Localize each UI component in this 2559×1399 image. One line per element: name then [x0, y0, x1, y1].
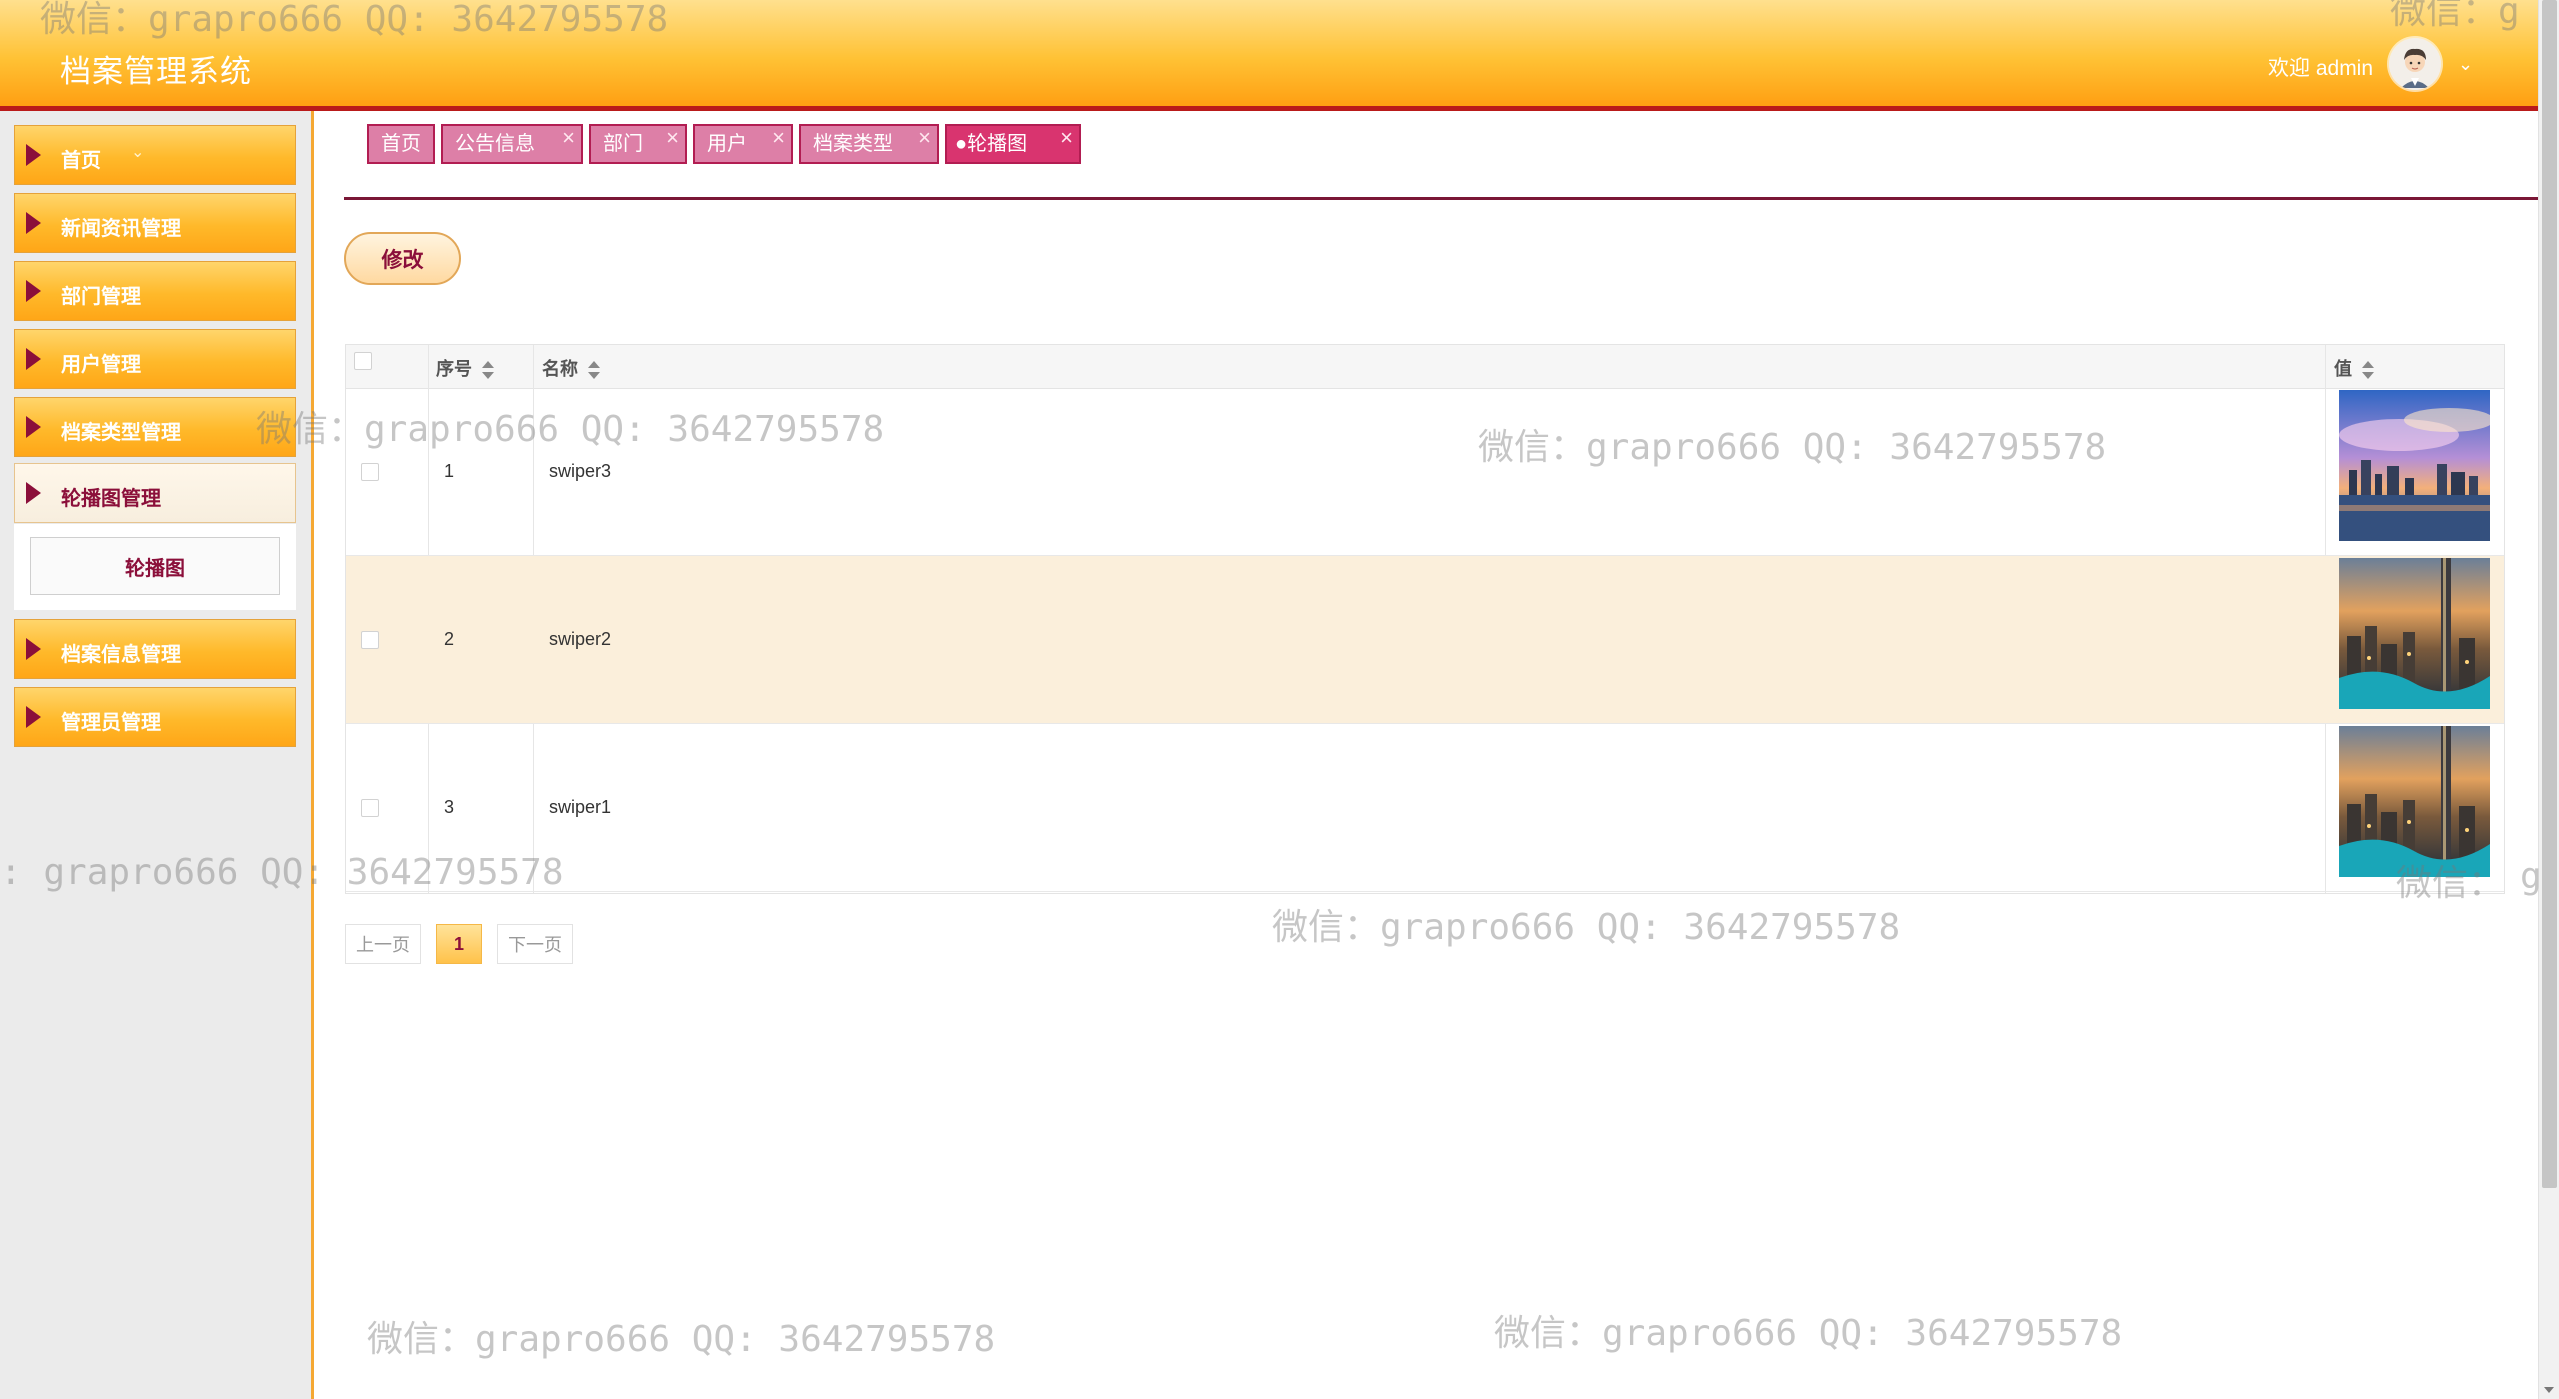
tab-archive-types[interactable]: 档案类型 × — [799, 124, 939, 164]
tab-department[interactable]: 部门 × — [589, 124, 687, 164]
welcome-text: 欢迎 admin — [2268, 57, 2374, 80]
tab-divider — [344, 197, 2538, 200]
scrollbar-thumb[interactable] — [2542, 0, 2557, 1188]
table-row[interactable]: 1 swiper3 — [346, 388, 2504, 556]
triangle-right-icon — [15, 194, 51, 252]
triangle-right-icon — [15, 330, 51, 388]
tab-announcements[interactable]: 公告信息 × — [441, 124, 583, 164]
sidebar-item-label: 首页 — [61, 150, 101, 172]
sidebar: 首页 ⌄ 新闻资讯管理 部门管理 用户管理 档案类型管理 轮播图管理 轮播图 档… — [0, 111, 314, 1399]
row-checkbox[interactable] — [361, 799, 379, 817]
scroll-down-icon[interactable] — [2544, 1387, 2554, 1393]
sort-icon[interactable] — [2362, 360, 2374, 380]
close-icon[interactable]: × — [562, 120, 575, 156]
sidebar-item-label: 新闻资讯管理 — [61, 218, 181, 240]
city-skyline-sunset-thumbnail[interactable] — [2339, 390, 2490, 541]
row-checkbox[interactable] — [361, 631, 379, 649]
tab-label: 用户 — [707, 133, 747, 155]
watermark: 微信：grapro666 QQ: 3642795578 — [367, 1319, 996, 1360]
city-tower-night-thumbnail[interactable] — [2339, 558, 2490, 709]
tab-label: 首页 — [381, 133, 421, 155]
sidebar-item-label: 部门管理 — [61, 286, 141, 308]
triangle-right-icon — [15, 688, 51, 746]
close-icon[interactable]: × — [918, 120, 931, 156]
page-scrollbar[interactable] — [2538, 0, 2559, 1399]
sidebar-item-users[interactable]: 用户管理 — [14, 329, 296, 389]
sidebar-item-home[interactable]: 首页 ⌄ — [14, 125, 296, 185]
row-name: swiper1 — [549, 797, 612, 817]
row-index: 3 — [444, 797, 455, 817]
column-index[interactable]: 序号 — [436, 355, 494, 381]
sidebar-item-department[interactable]: 部门管理 — [14, 261, 296, 321]
column-name[interactable]: 名称 — [542, 355, 600, 381]
close-icon[interactable]: × — [1060, 120, 1073, 156]
row-index: 2 — [444, 629, 455, 649]
sidebar-item-admins[interactable]: 管理员管理 — [14, 687, 296, 747]
row-index: 1 — [444, 461, 455, 481]
table-row[interactable]: 2 swiper2 — [346, 556, 2504, 724]
tab-label: 档案类型 — [813, 133, 893, 155]
triangle-right-icon — [15, 126, 51, 184]
sidebar-subitem-carousel[interactable]: 轮播图 — [30, 537, 280, 595]
triangle-right-icon — [15, 464, 51, 522]
watermark: 微信：grapro666 QQ: 3642795578 — [1272, 907, 1901, 948]
edit-button[interactable]: 修改 — [344, 232, 461, 285]
tab-home[interactable]: 首页 — [367, 124, 435, 164]
sort-icon[interactable] — [588, 360, 600, 380]
watermark: 微信：grapro666 QQ: 3642795578 — [1494, 1313, 2123, 1354]
sort-icon[interactable] — [482, 360, 494, 380]
prev-page-button[interactable]: 上一页 — [345, 924, 421, 964]
select-all-checkbox[interactable] — [354, 352, 372, 370]
sidebar-item-carousel[interactable]: 轮播图管理 — [14, 463, 296, 523]
top-header: 档案管理系统 欢迎 admin ⌄ — [0, 0, 2538, 111]
tab-label: 部门 — [603, 133, 643, 155]
sidebar-item-news[interactable]: 新闻资讯管理 — [14, 193, 296, 253]
row-checkbox[interactable] — [361, 463, 379, 481]
app-title: 档案管理系统 — [60, 54, 252, 89]
triangle-right-icon — [15, 262, 51, 320]
sidebar-item-label: 档案信息管理 — [61, 644, 181, 666]
table-header: 序号 名称 值 — [346, 345, 2504, 389]
sidebar-submenu: 轮播图 — [14, 524, 296, 610]
user-avatar[interactable] — [2389, 38, 2441, 90]
table-row[interactable]: 3 swiper1 — [346, 724, 2504, 892]
triangle-right-icon — [15, 398, 51, 456]
carousel-table: 序号 名称 值 1 swiper3 2 swiper2 3 swiper1 — [345, 344, 2505, 894]
city-tower-night-thumbnail[interactable] — [2339, 726, 2490, 877]
close-icon[interactable]: × — [772, 120, 785, 156]
chevron-down-icon: ⌄ — [131, 144, 145, 161]
row-name: swiper2 — [549, 629, 612, 649]
page-number-current[interactable]: 1 — [436, 924, 482, 964]
next-page-button[interactable]: 下一页 — [497, 924, 573, 964]
tab-users[interactable]: 用户 × — [693, 124, 793, 164]
sidebar-item-label: 轮播图管理 — [61, 488, 161, 510]
chevron-down-icon[interactable]: ⌄ — [2458, 54, 2473, 75]
sidebar-item-label: 管理员管理 — [61, 712, 161, 734]
sidebar-item-label: 用户管理 — [61, 354, 141, 376]
row-name: swiper3 — [549, 461, 612, 481]
tab-carousel[interactable]: ●轮播图 × — [945, 124, 1081, 164]
close-icon[interactable]: × — [666, 120, 679, 156]
sidebar-item-archive-types[interactable]: 档案类型管理 — [14, 397, 296, 457]
tab-label: 公告信息 — [455, 133, 535, 155]
sidebar-item-label: 档案类型管理 — [61, 422, 181, 444]
sidebar-item-archive-info[interactable]: 档案信息管理 — [14, 619, 296, 679]
tab-label: ●轮播图 — [955, 133, 1028, 155]
column-value[interactable]: 值 — [2334, 355, 2374, 381]
triangle-right-icon — [15, 620, 51, 678]
